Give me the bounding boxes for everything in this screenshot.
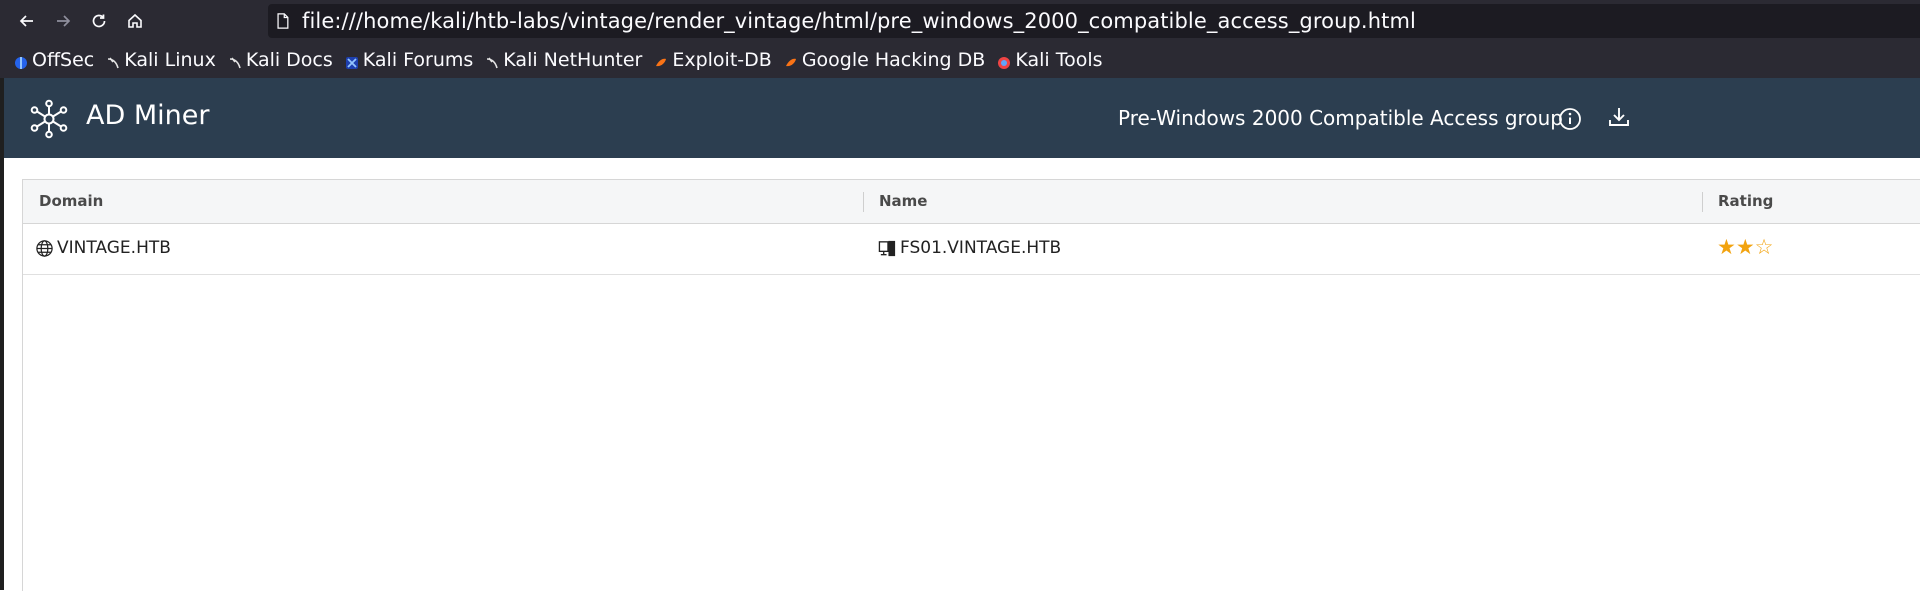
arrow-left-icon (19, 15, 33, 27)
bookmark-kali-forums[interactable]: Kali Forums (345, 49, 474, 71)
cell-name: FS01.VINTAGE.HTB (878, 238, 1061, 258)
bookmark-label: Kali Forums (362, 49, 474, 71)
column-header-domain[interactable]: Domain (39, 192, 103, 210)
reload-icon (92, 14, 106, 28)
back-button[interactable] (12, 6, 42, 36)
bookmark-label: OffSec (32, 49, 95, 71)
exploit-db-icon (654, 53, 668, 67)
rating-stars: ★ ★ ☆ (1717, 237, 1773, 258)
bookmark-label: Kali Tools (1015, 49, 1103, 71)
star-full-icon: ★ (1717, 235, 1736, 259)
info-icon[interactable] (1558, 107, 1582, 131)
bookmark-label: Google Hacking DB (801, 49, 986, 71)
domain-value[interactable]: VINTAGE.HTB (57, 238, 171, 258)
reload-button[interactable] (84, 6, 114, 36)
column-separator[interactable] (863, 192, 864, 212)
globe-icon (36, 239, 53, 257)
browser-toolbar: file:///home/kali/htb-labs/vintage/rende… (0, 0, 1920, 42)
bookmark-label: Kali Docs (245, 49, 333, 71)
bookmark-kali-docs[interactable]: Kali Docs (228, 49, 333, 71)
kali-dragon-icon (228, 53, 242, 69)
kali-dragon-icon (485, 53, 499, 69)
table-header: Domain Name Rating (23, 180, 1920, 224)
bookmark-kali-linux[interactable]: Kali Linux (106, 49, 216, 71)
forward-button[interactable] (48, 6, 78, 36)
exploit-db-icon (784, 53, 798, 67)
bookmark-label: Kali Linux (124, 49, 216, 71)
ad-miner-logo-icon (28, 98, 70, 140)
home-button[interactable] (120, 6, 150, 36)
bookmarks-bar: OffSec Kali Linux Kali Docs Kali Forums … (0, 42, 1920, 78)
bookmark-kali-tools[interactable]: Kali Tools (997, 49, 1103, 71)
kali-forums-icon (345, 53, 359, 69)
page-icon (276, 12, 292, 30)
bookmark-exploit-db[interactable]: Exploit-DB (654, 49, 772, 71)
computer-icon (878, 240, 896, 256)
home-icon (128, 13, 142, 28)
bookmark-google-hacking-db[interactable]: Google Hacking DB (784, 49, 986, 71)
kali-tools-icon (997, 53, 1011, 69)
table-row[interactable]: VINTAGE.HTB FS01.VINTAGE.HTB ★ ★ ☆ (23, 224, 1920, 275)
bookmark-kali-nethunter[interactable]: Kali NetHunter (485, 49, 642, 71)
page-title: Pre-Windows 2000 Compatible Access group (1118, 106, 1563, 130)
bookmark-label: Kali NetHunter (503, 49, 643, 71)
results-table: Domain Name Rating VINTAGE.HTB FS01.VINT… (22, 179, 1920, 591)
url-bar[interactable]: file:///home/kali/htb-labs/vintage/rende… (268, 4, 1920, 38)
star-empty-icon: ☆ (1754, 235, 1774, 259)
app-title[interactable]: AD Miner (86, 100, 209, 131)
app-header: AD Miner Pre-Windows 2000 Compatible Acc… (4, 78, 1920, 158)
name-value[interactable]: FS01.VINTAGE.HTB (900, 238, 1061, 258)
column-header-name[interactable]: Name (879, 192, 927, 210)
cell-domain: VINTAGE.HTB (35, 238, 171, 258)
url-text: file:///home/kali/htb-labs/vintage/rende… (302, 9, 1416, 33)
download-icon[interactable] (1607, 105, 1631, 129)
column-header-rating[interactable]: Rating (1718, 192, 1773, 210)
bookmark-offsec[interactable]: OffSec (14, 49, 94, 71)
kali-dragon-icon (106, 53, 120, 69)
star-full-icon: ★ (1735, 235, 1755, 259)
arrow-right-icon (57, 15, 71, 27)
offsec-icon (14, 53, 28, 69)
bookmark-label: Exploit-DB (672, 49, 772, 71)
column-separator[interactable] (1702, 192, 1703, 212)
